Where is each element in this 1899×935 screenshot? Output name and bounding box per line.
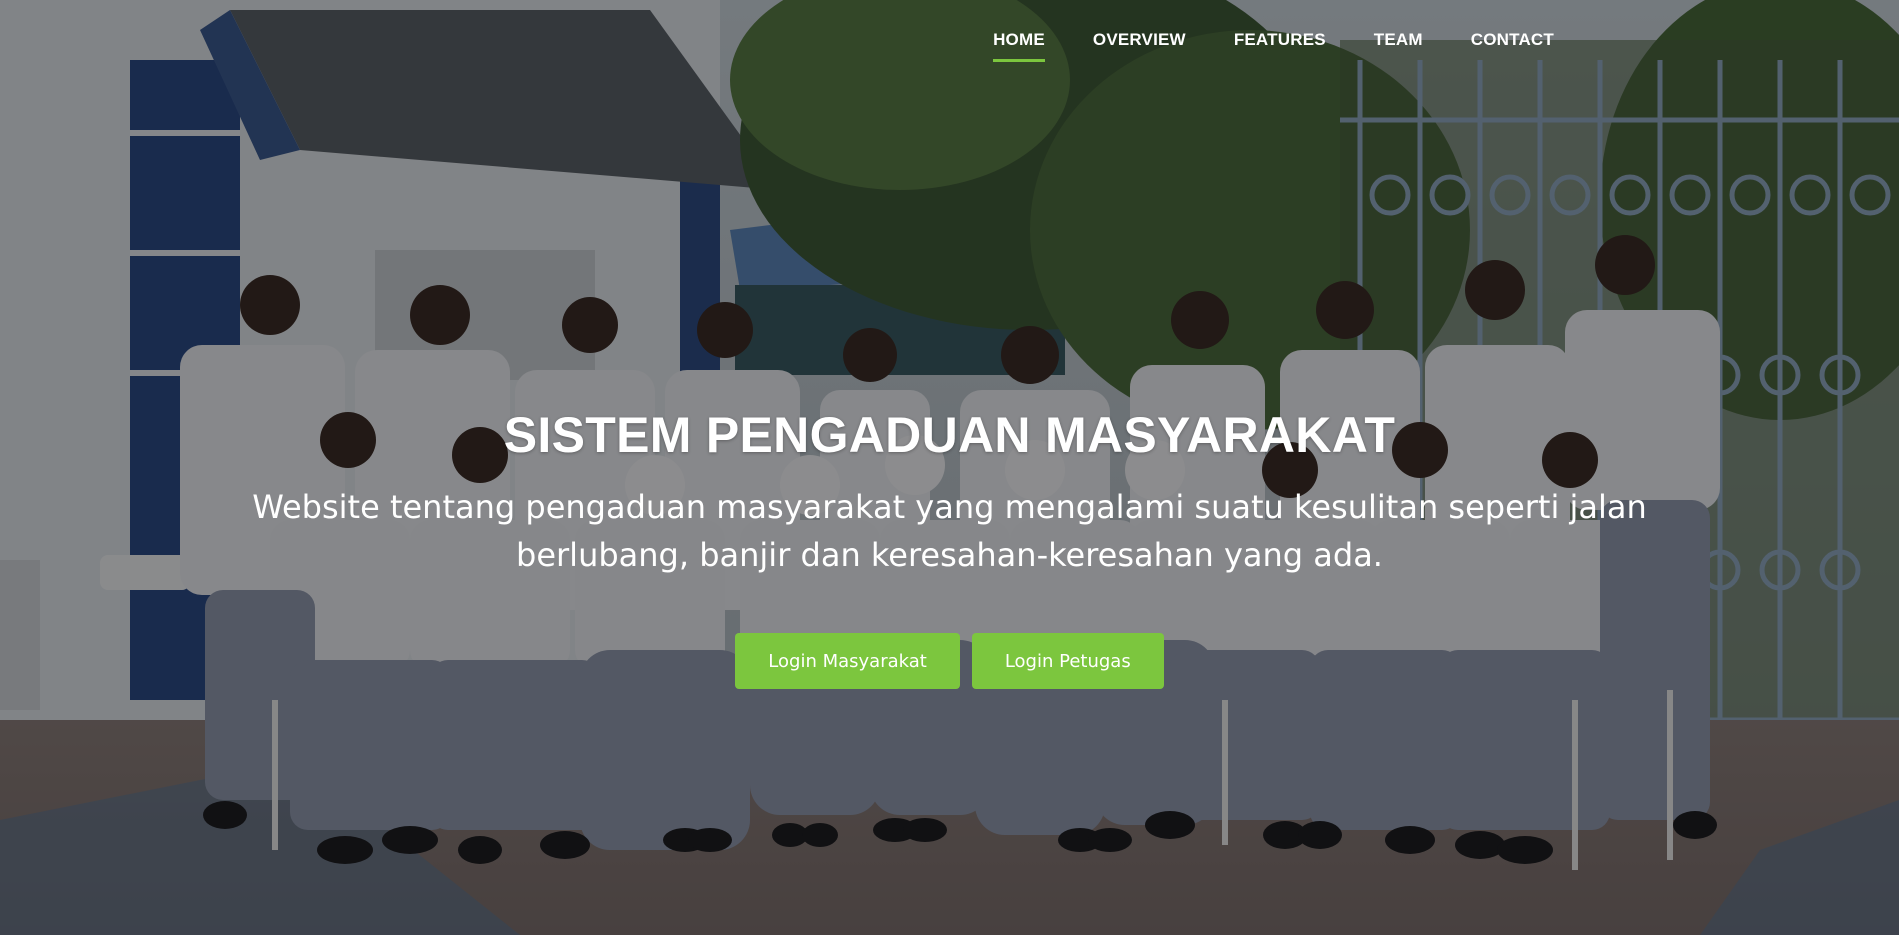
hero-button-group: Login Masyarakat Login Petugas	[0, 633, 1899, 689]
nav-item-contact[interactable]: CONTACT	[1447, 24, 1578, 62]
login-masyarakat-button[interactable]: Login Masyarakat	[735, 633, 960, 689]
hero-title: SISTEM PENGADUAN MASYARAKAT	[503, 407, 1396, 463]
hero-content: SISTEM PENGADUAN MASYARAKAT Website tent…	[0, 405, 1899, 689]
main-navigation: HOME OVERVIEW FEATURES TEAM CONTACT	[969, 24, 1578, 62]
login-petugas-button[interactable]: Login Petugas	[971, 633, 1164, 689]
nav-item-home[interactable]: HOME	[969, 24, 1069, 62]
nav-item-features[interactable]: FEATURES	[1210, 24, 1350, 62]
hero-subtitle: Website tentang pengaduan masyarakat yan…	[252, 488, 1647, 574]
hero-section: HOME OVERVIEW FEATURES TEAM CONTACT SIST…	[0, 0, 1899, 935]
nav-item-team[interactable]: TEAM	[1350, 24, 1447, 62]
nav-item-overview[interactable]: OVERVIEW	[1069, 24, 1210, 62]
